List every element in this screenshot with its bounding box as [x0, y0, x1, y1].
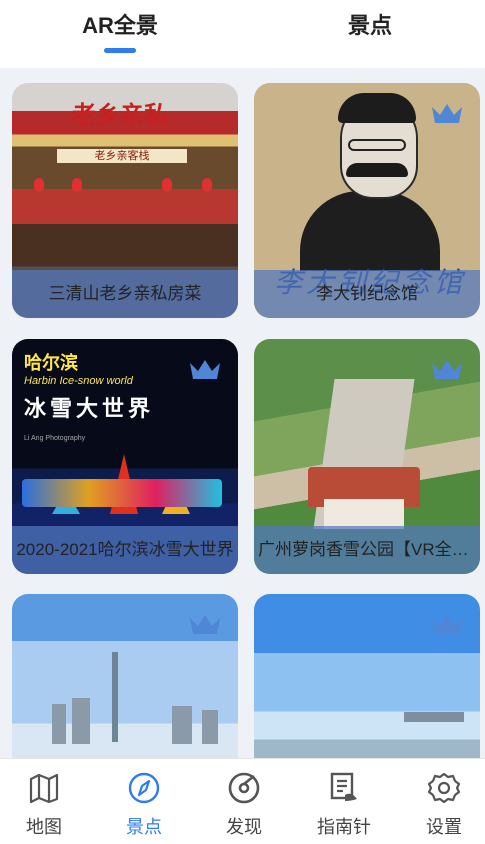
lantern	[72, 178, 82, 192]
distant-shore	[404, 712, 464, 722]
spot-caption: 广州萝岗香雪公园【VR全景】	[254, 526, 480, 574]
portrait-hair	[338, 93, 416, 123]
spot-card-li-dazhao[interactable]: 李大钊纪念馆 李大钊纪念馆	[254, 83, 480, 318]
lantern	[202, 178, 212, 192]
spot-card-sanqingshan[interactable]: 老乡亲私 老乡亲客栈 三清山老乡亲私房菜	[12, 83, 238, 318]
poster-credit: Li Ang Photography	[24, 435, 86, 442]
nav-map[interactable]: 地图	[4, 771, 84, 839]
bottom-navigation: 地图 景点 发现 指南针 设置	[0, 758, 485, 844]
poster-title-main: 冰雪大世界	[24, 396, 155, 421]
spot-caption: 李大钊纪念馆	[254, 270, 480, 318]
tab-ar-panorama[interactable]: AR全景	[40, 8, 200, 40]
discover-icon	[228, 772, 260, 804]
premium-crown-icon	[432, 615, 462, 634]
active-tab-indicator	[104, 48, 136, 53]
portrait-body	[300, 191, 440, 271]
building	[202, 710, 218, 744]
nav-label: 指南针	[317, 817, 371, 837]
spot-caption: 三清山老乡亲私房菜	[12, 270, 238, 318]
nav-guide[interactable]: 指南针	[304, 771, 384, 839]
tab-spots[interactable]: 景点	[290, 8, 450, 40]
lantern	[34, 178, 44, 192]
settings-gear-icon	[427, 772, 461, 804]
premium-crown-icon	[190, 360, 220, 379]
building	[52, 704, 66, 744]
nav-label: 地图	[26, 817, 62, 837]
premium-crown-icon	[432, 360, 462, 379]
spot-caption: 2020-2021哈尔滨冰雪大世界	[12, 526, 238, 574]
nav-discover[interactable]: 发现	[204, 771, 284, 839]
park-gate-body	[324, 499, 404, 529]
nav-settings[interactable]: 设置	[404, 771, 484, 839]
spot-card-xiangxue-park[interactable]: 广州萝岗香雪公园【VR全景】	[254, 339, 480, 574]
top-tab-bar: AR全景 景点	[0, 0, 485, 68]
portrait-glasses	[348, 139, 406, 151]
map-icon	[29, 773, 59, 804]
lantern	[162, 178, 172, 192]
restaurant-panel: 老乡亲客栈	[57, 149, 187, 163]
nav-spots[interactable]: 景点	[104, 771, 184, 839]
nav-label: 发现	[226, 817, 262, 837]
premium-crown-icon	[432, 104, 462, 123]
restaurant-sign: 老乡亲私	[72, 100, 168, 129]
portrait-mustache	[346, 163, 408, 177]
ice-lights	[22, 479, 222, 507]
premium-crown-icon	[190, 615, 220, 634]
nav-label: 设置	[426, 817, 462, 837]
poster-title-harbin: 哈尔滨	[24, 353, 78, 373]
poster-title-english: Harbin Ice-snow world	[24, 375, 133, 387]
guide-book-icon	[330, 772, 357, 801]
nav-label: 景点	[126, 817, 162, 837]
spot-card-harbin-ice[interactable]: 哈尔滨 Harbin Ice-snow world 冰雪大世界 Li Ang P…	[12, 339, 238, 574]
building	[72, 698, 90, 744]
tv-tower	[112, 652, 118, 742]
compass-icon	[128, 772, 160, 804]
building	[172, 706, 192, 744]
